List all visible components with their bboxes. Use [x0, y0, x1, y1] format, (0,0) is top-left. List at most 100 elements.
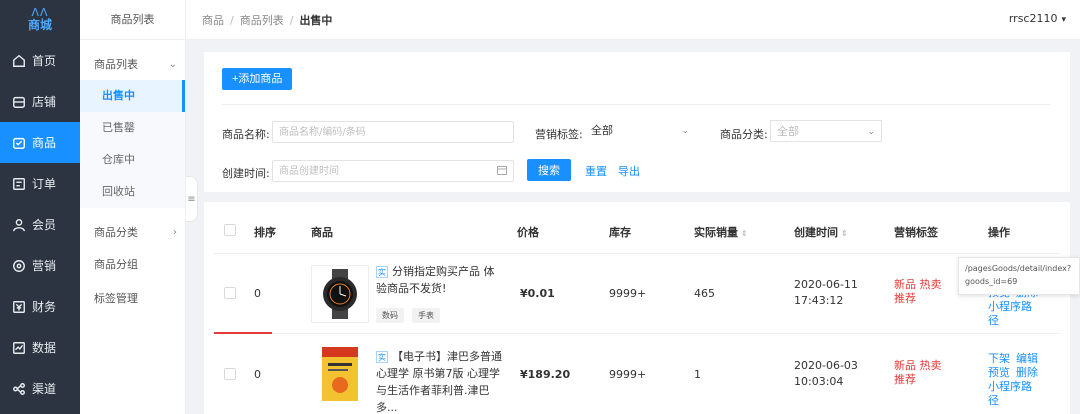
tag-recommend: 推荐	[894, 373, 916, 386]
subnav-group-label: 商品分类	[94, 226, 138, 239]
nav-item-member[interactable]: 会员	[0, 204, 80, 245]
nav-item-home[interactable]: 首页	[0, 40, 80, 81]
goods-name-input[interactable]	[272, 121, 514, 143]
nav-item-store[interactable]: 店铺	[0, 81, 80, 122]
product-name[interactable]: 实分销指定购买产品 体验商品不发货!	[376, 263, 502, 297]
chevron-down-icon: ⌄	[867, 127, 875, 137]
row-checkbox[interactable]	[224, 287, 236, 299]
logo-mark-icon: ᐱᐱ	[31, 6, 49, 19]
column-header-order: 排序	[254, 226, 276, 239]
chevron-down-icon: ⌄	[168, 58, 177, 70]
marketing-tag-value: 全部	[591, 124, 613, 137]
sort-icon: ⇕	[841, 229, 848, 238]
goods-icon	[12, 136, 26, 150]
marketing-tag-select[interactable]: 全部 ⌄	[585, 120, 695, 142]
row-sales: 1	[694, 368, 701, 381]
app-logo[interactable]: ᐱᐱ 商城	[0, 0, 80, 40]
row-stock: 9999+	[609, 368, 647, 381]
row-stock: 9999+	[609, 287, 647, 300]
finance-icon	[12, 300, 26, 314]
delete-link[interactable]: 删除	[1016, 366, 1038, 379]
subnav-item-on-sale[interactable]: 出售中	[80, 80, 185, 112]
created-time-input[interactable]	[272, 160, 514, 182]
nav-item-label: 渠道	[32, 382, 57, 396]
off-shelf-link[interactable]: 下架	[988, 352, 1010, 365]
menu-icon: ≡	[187, 193, 196, 205]
subnav-group-goods-list[interactable]: 商品列表 ⌄	[80, 48, 185, 80]
nav-item-finance[interactable]: 财务	[0, 286, 80, 327]
nav-item-label: 财务	[32, 300, 57, 314]
category-chip: 数码	[376, 308, 404, 323]
add-goods-button[interactable]: +添加商品	[222, 68, 293, 90]
watch-image	[323, 269, 357, 319]
reset-link[interactable]: 重置	[585, 163, 607, 179]
row-sales: 465	[694, 287, 715, 300]
nav-item-marketing[interactable]: 营销	[0, 245, 80, 286]
marketing-tags: 新品 热卖 推荐	[894, 359, 952, 387]
sub-sidebar: 商品列表 商品列表 ⌄ 出售中 已售罄 仓库中 回收站 商品分类 › 商品分组 …	[80, 0, 186, 414]
subnav-group-category[interactable]: 商品分类 ›	[80, 216, 185, 248]
nav-item-data[interactable]: 数据	[0, 327, 80, 368]
physical-goods-badge: 实	[376, 266, 388, 278]
nav-item-order[interactable]: 订单	[0, 163, 80, 204]
nav-item-label: 数据	[32, 341, 57, 355]
row-actions: 下架编辑 预览删除 小程序路径	[988, 352, 1048, 408]
breadcrumb-mid[interactable]: 商品列表	[240, 14, 284, 27]
book-cover-image	[322, 347, 358, 401]
nav-item-label: 营销	[32, 259, 57, 273]
subnav-link-tag-manage[interactable]: 标签管理	[80, 282, 185, 316]
nav-item-label: 商品	[32, 136, 57, 150]
sort-icon: ⇕	[741, 229, 748, 238]
edit-link[interactable]: 编辑	[1016, 352, 1038, 365]
row-created-time: 17:43:12	[794, 294, 844, 307]
logo-text: 商城	[27, 18, 52, 32]
search-button[interactable]: 搜索	[527, 159, 571, 181]
nav-item-goods[interactable]: 商品	[0, 122, 80, 163]
column-header-tags: 营销标签	[894, 226, 938, 239]
column-header-price: 价格	[517, 226, 539, 239]
highlight-bar	[214, 332, 272, 334]
breadcrumb-separator: /	[289, 13, 294, 27]
product-thumbnail[interactable]	[311, 345, 369, 403]
miniprogram-path-link[interactable]: 小程序路径	[988, 380, 1032, 407]
nav-item-channel[interactable]: 渠道	[0, 368, 80, 409]
product-name-text: 分销指定购买产品 体验商品不发货!	[376, 265, 495, 295]
subnav-title: 商品列表	[80, 0, 185, 40]
tag-new: 新品	[894, 359, 916, 372]
row-checkbox[interactable]	[224, 368, 236, 380]
store-icon	[12, 95, 26, 109]
breadcrumb: 商品 / 商品列表 / 出售中	[202, 12, 332, 28]
user-menu[interactable]: rrsc2110 ▾	[1009, 12, 1066, 25]
preview-link[interactable]: 预览	[988, 366, 1010, 379]
subnav-item-recycle[interactable]: 回收站	[80, 176, 185, 208]
nav-item-label: 首页	[32, 54, 57, 68]
collapse-sidebar-handle[interactable]: ≡	[186, 176, 198, 222]
member-icon	[12, 218, 26, 232]
created-time-label: 创建时间:	[222, 167, 270, 180]
tag-new: 新品	[894, 278, 916, 291]
subnav-link-goods-group[interactable]: 商品分组	[80, 248, 185, 282]
subnav-item-sold-out[interactable]: 已售罄	[80, 112, 185, 144]
column-header-created[interactable]: 创建时间 ⇕	[794, 224, 848, 240]
row-order: 0	[254, 368, 261, 381]
divider	[214, 253, 1060, 254]
data-icon	[12, 341, 26, 355]
product-name[interactable]: 实【电子书】津巴多普通心理学 原书第7版 心理学与生活作者菲利普.津巴多...	[376, 348, 502, 414]
nav-item-label: 订单	[32, 177, 57, 191]
subnav-item-warehouse[interactable]: 仓库中	[80, 144, 185, 176]
row-price: ¥0.01	[520, 287, 555, 300]
miniprogram-path-link[interactable]: 小程序路径	[988, 300, 1032, 327]
goods-category-select[interactable]: 全部 ⌄	[770, 120, 882, 142]
row-created-date: 2020-06-11	[794, 278, 858, 291]
column-header-sales[interactable]: 实际销量 ⇕	[694, 224, 748, 240]
tag-hot: 热卖	[919, 359, 942, 372]
caret-down-icon: ▾	[1061, 15, 1066, 25]
product-thumbnail[interactable]	[311, 265, 369, 323]
tag-hot: 热卖	[919, 278, 942, 291]
export-link[interactable]: 导出	[618, 163, 640, 179]
goods-table: 排序 商品 价格 库存 实际销量 ⇕ 创建时间 ⇕ 营销标签 操作 0 实分销指定购…	[204, 202, 1070, 414]
nav-item-label: 店铺	[32, 95, 57, 109]
select-all-checkbox[interactable]	[224, 224, 236, 236]
breadcrumb-root[interactable]: 商品	[202, 14, 224, 27]
product-name-text: 【电子书】津巴多普通心理学 原书第7版 心理学与生活作者菲利普.津巴多...	[376, 350, 502, 414]
